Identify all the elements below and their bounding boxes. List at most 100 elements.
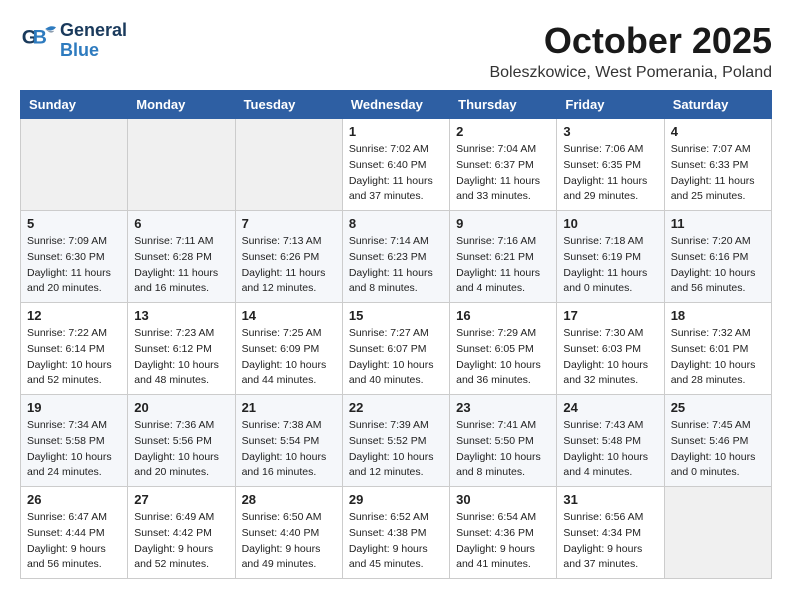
day-info: Sunrise: 7:36 AMSunset: 5:56 PMDaylight:… bbox=[134, 418, 228, 481]
day-info: Sunrise: 7:18 AMSunset: 6:19 PMDaylight:… bbox=[563, 234, 657, 297]
day-cell: 28Sunrise: 6:50 AMSunset: 4:40 PMDayligh… bbox=[235, 487, 342, 579]
day-number: 16 bbox=[456, 308, 550, 323]
day-cell: 16 Sunrise: 7:29 AMSunset: 6:05 PMDayligh… bbox=[450, 303, 557, 395]
logo: G B General Blue bbox=[20, 20, 127, 61]
day-info-line: Sunset: 6:28 PM bbox=[134, 251, 212, 263]
day-info-line: and 40 minutes. bbox=[349, 374, 424, 386]
day-info-line: Daylight: 10 hours bbox=[27, 451, 112, 463]
day-info-line: Sunset: 6:19 PM bbox=[563, 251, 641, 263]
location-title: Boleszkowice, West Pomerania, Poland bbox=[489, 64, 772, 82]
day-info-line: and 48 minutes. bbox=[134, 374, 209, 386]
day-info-line: Sunset: 5:52 PM bbox=[349, 435, 427, 447]
day-info-line: Daylight: 10 hours bbox=[242, 359, 327, 371]
day-info: Sunrise: 7:23 AMSunset: 6:12 PMDaylight:… bbox=[134, 326, 228, 389]
day-info-line: Daylight: 10 hours bbox=[134, 359, 219, 371]
day-info: Sunrise: 7:11 AMSunset: 6:28 PMDaylight:… bbox=[134, 234, 228, 297]
day-number: 15 bbox=[349, 308, 443, 323]
day-cell: 6 Sunrise: 7:11 AMSunset: 6:28 PMDaylight… bbox=[128, 211, 235, 303]
day-info-line: Daylight: 9 hours bbox=[134, 543, 213, 555]
week-row-1: 1Sunrise: 7:02 AMSunset: 6:40 PMDaylight… bbox=[21, 119, 772, 211]
day-number: 5 bbox=[27, 216, 121, 231]
day-number: 12 bbox=[27, 308, 121, 323]
day-info-line: and 16 minutes. bbox=[242, 466, 317, 478]
day-info: Sunrise: 7:39 AMSunset: 5:52 PMDaylight:… bbox=[349, 418, 443, 481]
day-cell: 20Sunrise: 7:36 AMSunset: 5:56 PMDayligh… bbox=[128, 395, 235, 487]
day-info-line: Daylight: 11 hours bbox=[349, 175, 433, 187]
day-info-line: Daylight: 11 hours bbox=[27, 267, 111, 279]
day-info-line: and 0 minutes. bbox=[671, 466, 740, 478]
day-info-line: Sunset: 4:38 PM bbox=[349, 527, 427, 539]
day-info-line: Sunrise: 7:25 AM bbox=[242, 327, 322, 339]
day-info-line: Daylight: 10 hours bbox=[456, 451, 541, 463]
day-number: 8 bbox=[349, 216, 443, 231]
weekday-header-monday: Monday bbox=[128, 91, 235, 119]
svg-text:B: B bbox=[33, 26, 47, 48]
day-cell: 11Sunrise: 7:20 AMSunset: 6:16 PMDayligh… bbox=[664, 211, 771, 303]
weekday-header-thursday: Thursday bbox=[450, 91, 557, 119]
day-info: Sunrise: 7:25 AMSunset: 6:09 PMDaylight:… bbox=[242, 326, 336, 389]
day-info-line: Sunrise: 6:54 AM bbox=[456, 511, 536, 523]
day-info: Sunrise: 7:22 AMSunset: 6:14 PMDaylight:… bbox=[27, 326, 121, 389]
day-info-line: Daylight: 10 hours bbox=[134, 451, 219, 463]
logo-text: General Blue bbox=[60, 21, 127, 61]
day-info-line: Sunset: 6:33 PM bbox=[671, 159, 749, 171]
day-number: 13 bbox=[134, 308, 228, 323]
day-info-line: Sunrise: 6:49 AM bbox=[134, 511, 214, 523]
day-info-line: Sunset: 4:42 PM bbox=[134, 527, 212, 539]
day-info-line: and 49 minutes. bbox=[242, 558, 317, 570]
day-cell: 1Sunrise: 7:02 AMSunset: 6:40 PMDaylight… bbox=[342, 119, 449, 211]
day-cell: 17Sunrise: 7:30 AMSunset: 6:03 PMDayligh… bbox=[557, 303, 664, 395]
day-info-line: Sunset: 5:46 PM bbox=[671, 435, 749, 447]
month-title: October 2025 bbox=[489, 20, 772, 62]
day-number: 24 bbox=[563, 400, 657, 415]
day-number: 14 bbox=[242, 308, 336, 323]
day-cell: 30Sunrise: 6:54 AMSunset: 4:36 PMDayligh… bbox=[450, 487, 557, 579]
day-info: Sunrise: 6:49 AM Sunset: 4:42 PM Daylight:… bbox=[134, 510, 228, 573]
day-cell: 8Sunrise: 7:14 AMSunset: 6:23 PMDaylight… bbox=[342, 211, 449, 303]
day-cell: 7Sunrise: 7:13 AMSunset: 6:26 PMDaylight… bbox=[235, 211, 342, 303]
day-cell: 3Sunrise: 7:06 AMSunset: 6:35 PMDaylight… bbox=[557, 119, 664, 211]
day-info-line: and 52 minutes. bbox=[134, 558, 209, 570]
day-info-line: and 37 minutes. bbox=[349, 190, 424, 202]
day-info-line: Sunset: 5:56 PM bbox=[134, 435, 212, 447]
day-info-line: Sunset: 6:21 PM bbox=[456, 251, 534, 263]
day-number: 9 bbox=[456, 216, 550, 231]
day-info: Sunrise: 6:52 AMSunset: 4:38 PMDaylight:… bbox=[349, 510, 443, 573]
day-info-line: and 37 minutes. bbox=[563, 558, 638, 570]
day-info-line: and 36 minutes. bbox=[456, 374, 531, 386]
day-info: Sunrise: 7:09 AMSunset: 6:30 PMDaylight:… bbox=[27, 234, 121, 297]
day-cell: 9Sunrise: 7:16 AMSunset: 6:21 PMDaylight… bbox=[450, 211, 557, 303]
day-info-line: Sunset: 6:05 PM bbox=[456, 343, 534, 355]
day-info-line: Sunrise: 7:22 AM bbox=[27, 327, 107, 339]
day-cell: 2Sunrise: 7:04 AMSunset: 6:37 PMDaylight… bbox=[450, 119, 557, 211]
day-info-line: Sunrise: 7:02 AM bbox=[349, 143, 429, 155]
day-info: Sunrise: 7:29 AMSunset: 6:05 PMDaylight:… bbox=[456, 326, 550, 389]
day-number: 6 bbox=[134, 216, 228, 231]
day-number: 1 bbox=[349, 124, 443, 139]
week-row-5: 26Sunrise: 6:47 AMSunset: 4:44 PMDayligh… bbox=[21, 487, 772, 579]
weekday-header-sunday: Sunday bbox=[21, 91, 128, 119]
day-info-line: and 20 minutes. bbox=[134, 466, 209, 478]
day-number: 25 bbox=[671, 400, 765, 415]
day-info-line: Sunrise: 7:18 AM bbox=[563, 235, 643, 247]
day-cell: 26Sunrise: 6:47 AMSunset: 4:44 PMDayligh… bbox=[21, 487, 128, 579]
weekday-header-row: SundayMondayTuesdayWednesdayThursdayFrid… bbox=[21, 91, 772, 119]
day-info: Sunrise: 7:04 AMSunset: 6:37 PMDaylight:… bbox=[456, 142, 550, 205]
day-number: 18 bbox=[671, 308, 765, 323]
day-info-line: Sunrise: 7:14 AM bbox=[349, 235, 429, 247]
day-info-line: Daylight: 9 hours bbox=[456, 543, 535, 555]
day-info-line: Sunset: 6:35 PM bbox=[563, 159, 641, 171]
day-info-line: and 12 minutes. bbox=[242, 282, 317, 294]
day-number: 22 bbox=[349, 400, 443, 415]
day-info-line: Daylight: 11 hours bbox=[563, 175, 647, 187]
day-info-line: Sunset: 5:50 PM bbox=[456, 435, 534, 447]
day-info-line: and 56 minutes. bbox=[27, 558, 102, 570]
day-info-line: Sunset: 6:14 PM bbox=[27, 343, 105, 355]
weekday-header-wednesday: Wednesday bbox=[342, 91, 449, 119]
day-info-line: Sunset: 6:01 PM bbox=[671, 343, 749, 355]
day-info-line: and 25 minutes. bbox=[671, 190, 746, 202]
weekday-header-saturday: Saturday bbox=[664, 91, 771, 119]
day-info-line: Sunset: 6:16 PM bbox=[671, 251, 749, 263]
day-cell: 27Sunrise: 6:49 AMSunset: 4:42 PMDayligh… bbox=[128, 487, 235, 579]
day-info-line: Sunset: 6:26 PM bbox=[242, 251, 320, 263]
